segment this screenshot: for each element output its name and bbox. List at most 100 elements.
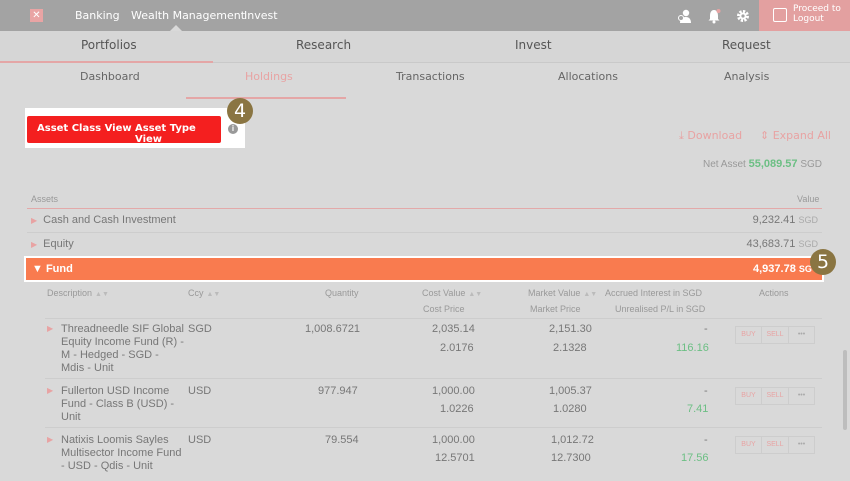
relationship-manager-icon[interactable] <box>677 8 693 24</box>
fund-cost-price: 2.0176 <box>440 342 474 354</box>
expand-arrow-icon[interactable]: ▶ <box>47 435 53 444</box>
fund-market-value: 1,012.72 <box>551 434 594 446</box>
buy-button[interactable]: BUY <box>736 437 762 453</box>
tab-transactions[interactable]: Transactions <box>396 70 465 83</box>
nav-banking[interactable]: Banking <box>75 9 120 22</box>
col-unrealised-pl: Unrealised P/L in SGD <box>615 304 706 314</box>
fund-cost-price: 1.0226 <box>440 403 474 415</box>
col-market-value[interactable]: Market Value ▲▼ <box>528 288 597 298</box>
tab-allocations[interactable]: Allocations <box>558 70 618 83</box>
more-options-button[interactable]: ••• <box>789 388 814 404</box>
category-row-fund[interactable]: ▼ Fund 4,937.78 SG <box>24 256 824 282</box>
sort-icon: ▲▼ <box>468 291 483 298</box>
proceed-to-logout-button[interactable]: Proceed to Logout <box>759 0 850 31</box>
tab-dashboard[interactable]: Dashboard <box>80 70 140 83</box>
category-amount: 43,683.71 <box>746 238 796 250</box>
step-badge-4: 4 <box>227 98 253 124</box>
notification-bell-icon[interactable] <box>706 8 722 24</box>
more-options-button[interactable]: ••• <box>789 327 814 343</box>
fund-accrued-interest: - <box>704 323 708 335</box>
value-column-header: Value <box>797 194 820 204</box>
bank-logo-icon[interactable]: ✕ <box>30 9 43 22</box>
active-subtab-underline <box>186 97 346 99</box>
category-value-cash: 9,232.41 SGD <box>753 214 818 226</box>
fund-actions: BUY SELL ••• <box>735 326 815 344</box>
scrollbar[interactable] <box>843 350 847 430</box>
net-asset-value: 55,089.57 <box>748 158 798 170</box>
col-description[interactable]: Description ▲▼ <box>47 288 109 298</box>
tab-invest[interactable]: Invest <box>515 38 552 52</box>
fund-unrealised-pl: 116.16 <box>676 342 709 354</box>
net-asset: Net Asset 55,089.57 SGD <box>703 158 822 170</box>
fund-unrealised-pl: 17.56 <box>681 452 709 464</box>
sell-button[interactable]: SELL <box>762 327 789 343</box>
fund-cost-value: 1,000.00 <box>432 385 475 397</box>
fund-category-name: ▼ Fund <box>32 263 73 275</box>
tab-request[interactable]: Request <box>722 38 771 52</box>
expand-all-button[interactable]: ⇕ Expand All <box>760 129 831 142</box>
sell-button[interactable]: SELL <box>762 388 789 404</box>
sell-button[interactable]: SELL <box>762 437 789 453</box>
category-row-cash[interactable]: ▶ Cash and Cash Investment <box>31 214 176 226</box>
col-ccy[interactable]: Ccy ▲▼ <box>188 288 220 298</box>
fund-description[interactable]: Fullerton USD Income Fund - Class B (USD)… <box>61 385 174 424</box>
row-divider <box>45 427 822 428</box>
buy-button[interactable]: BUY <box>736 327 762 343</box>
info-icon[interactable]: i <box>228 124 238 134</box>
tab-research[interactable]: Research <box>296 38 351 52</box>
asset-type-view-button[interactable]: Asset Type View <box>135 123 221 145</box>
net-asset-label: Net Asset <box>703 159 746 170</box>
col-cost-value[interactable]: Cost Value ▲▼ <box>422 288 482 298</box>
asset-class-view-button[interactable]: Asset Class View <box>37 123 132 134</box>
expand-arrow-icon: ▶ <box>31 216 38 225</box>
top-bar: ✕ Banking Wealth Management Invest Proce… <box>0 0 850 31</box>
fund-description[interactable]: Threadneedle SIF Global Equity Income Fun… <box>61 323 184 375</box>
download-button[interactable]: ⤓ Download <box>679 129 742 143</box>
view-toggle: Asset Class View Asset Type View <box>27 116 221 145</box>
fund-cost-value: 1,000.00 <box>432 434 475 446</box>
download-icon: ⤓ <box>679 129 684 142</box>
fund-market-price: 12.7300 <box>551 452 591 464</box>
expand-arrow-icon[interactable]: ▶ <box>47 324 53 333</box>
fund-ccy: SGD <box>188 323 212 335</box>
fund-accrued-interest: - <box>704 385 708 397</box>
settings-gear-icon[interactable] <box>735 8 751 24</box>
row-divider <box>45 318 822 319</box>
buy-button[interactable]: BUY <box>736 388 762 404</box>
expand-arrow-icon[interactable]: ▶ <box>47 386 53 395</box>
row-divider <box>27 232 822 233</box>
fund-unrealised-pl: 7.41 <box>687 403 709 415</box>
download-label: Download <box>687 129 743 142</box>
expand-arrow-icon: ▶ <box>31 240 38 249</box>
col-quantity: Quantity <box>325 288 359 298</box>
fund-actions: BUY SELL ••• <box>735 387 815 405</box>
nav-wealth-management[interactable]: Wealth Management <box>131 9 245 22</box>
col-accrued-interest: Accrued Interest in SGD <box>605 288 703 298</box>
fund-market-value: 2,151.30 <box>549 323 592 335</box>
expand-all-label: Expand All <box>772 129 831 142</box>
fund-market-value: 1,005.37 <box>549 385 592 397</box>
category-name: Cash and Cash Investment <box>43 214 176 226</box>
category-row-equity[interactable]: ▶ Equity <box>31 238 74 250</box>
more-options-button[interactable]: ••• <box>789 437 814 453</box>
sort-icon: ▲▼ <box>206 291 221 298</box>
category-ccy: SGD <box>798 239 818 249</box>
fund-cost-value: 2,035.14 <box>432 323 475 335</box>
nav-invest[interactable]: Invest <box>244 9 278 22</box>
sort-icon: ▲▼ <box>583 291 598 298</box>
col-actions: Actions <box>759 288 789 298</box>
tab-analysis[interactable]: Analysis <box>724 70 769 83</box>
tab-holdings[interactable]: Holdings <box>245 70 293 83</box>
sort-icon: ▲▼ <box>95 291 109 298</box>
secondary-tabs: Dashboard Holdings Transactions Allocati… <box>0 63 850 100</box>
tab-portfolios[interactable]: Portfolios <box>81 38 137 52</box>
fund-accrued-interest: - <box>704 434 708 446</box>
category-amount: 9,232.41 <box>752 214 796 226</box>
net-asset-ccy: SGD <box>800 159 822 170</box>
fund-description[interactable]: Natixis Loomis Sayles Multisector Income … <box>61 434 181 473</box>
view-toggle-highlight: Asset Class View Asset Type View <box>25 108 245 148</box>
assets-column-header: Assets <box>31 194 59 204</box>
fund-quantity: 977.947 <box>318 385 358 397</box>
fund-market-price: 1.0280 <box>553 403 587 415</box>
category-value-equity: 43,683.71 SGD <box>746 238 818 250</box>
